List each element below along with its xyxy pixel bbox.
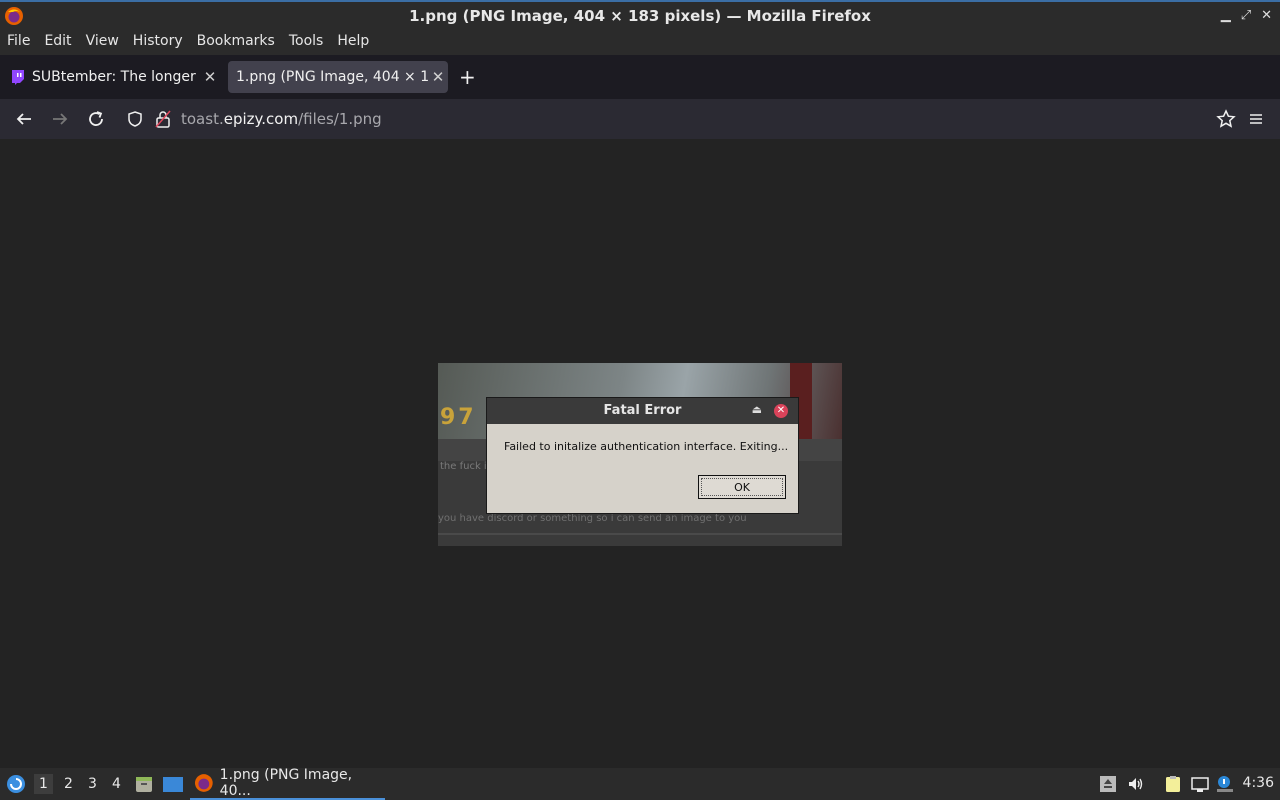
navigation-bar: toast.epizy.com/files/1.png (0, 99, 1280, 139)
fatal-error-dialog: Fatal Error ⏏ ✕ Failed to initalize auth… (486, 397, 799, 514)
taskbar-item-firefox[interactable]: 1.png (PNG Image, 40... (190, 767, 385, 800)
star-icon[interactable] (1216, 109, 1236, 129)
menu-tools[interactable]: Tools (282, 29, 331, 55)
minimize-button[interactable]: ▁ (1221, 8, 1231, 23)
close-button[interactable]: ✕ (1261, 8, 1272, 23)
lock-insecure-icon[interactable] (154, 109, 172, 129)
shield-icon[interactable] (126, 110, 144, 128)
workspace-4[interactable]: 4 (112, 776, 121, 792)
start-menu-icon[interactable] (6, 774, 26, 794)
taskbar: 1 2 3 4 1.png (PNG Image, 40... 4:36 (0, 767, 1280, 800)
clipboard-icon[interactable] (1164, 775, 1182, 793)
network-icon[interactable] (1191, 775, 1209, 793)
tab-label: SUBtember: The longer t (32, 69, 200, 85)
arrow-right-icon (53, 113, 68, 125)
url-text[interactable]: toast.epizy.com/files/1.png (181, 110, 382, 128)
workspace-1[interactable]: 1 (34, 774, 53, 794)
notification-icon[interactable] (1216, 775, 1234, 793)
shade-icon[interactable]: ⏏ (752, 403, 762, 416)
twitch-icon (12, 70, 24, 85)
desktop-icon[interactable] (162, 774, 184, 794)
eject-icon[interactable] (1099, 775, 1117, 793)
file-manager-icon[interactable] (134, 774, 154, 794)
menu-file[interactable]: File (0, 29, 37, 55)
menu-edit[interactable]: Edit (37, 29, 78, 55)
workspace-3[interactable]: 3 (88, 776, 97, 792)
firefox-icon (194, 774, 213, 792)
app-menu-button[interactable] (1244, 107, 1268, 131)
menu-bookmarks[interactable]: Bookmarks (190, 29, 282, 55)
tab-label: 1.png (PNG Image, 404 × 18 (236, 69, 428, 85)
url-domain: epizy.com (223, 110, 299, 128)
tab-bar: SUBtember: The longer t ✕ 1.png (PNG Ima… (0, 55, 1280, 99)
workspace-2[interactable]: 2 (64, 776, 73, 792)
forward-button[interactable] (48, 107, 72, 131)
dialog-message: Failed to initalize authentication inter… (504, 440, 789, 453)
maximize-button[interactable]: ⤢ (1241, 8, 1251, 23)
close-icon[interactable]: ✕ (774, 404, 788, 418)
back-button[interactable] (12, 107, 36, 131)
tab-subtember[interactable]: SUBtember: The longer t ✕ (4, 61, 220, 93)
page-content: 97 the fuck i you have discord or someth… (0, 139, 1280, 768)
divider (438, 533, 842, 535)
menu-bar: File Edit View History Bookmarks Tools H… (0, 29, 1280, 55)
hamburger-menu-icon (1250, 114, 1262, 124)
hud-number: 97 (440, 405, 477, 430)
menu-help[interactable]: Help (330, 29, 376, 55)
arrow-left-icon (16, 113, 31, 125)
taskbar-item-label: 1.png (PNG Image, 40... (219, 767, 353, 799)
reload-button[interactable] (84, 107, 108, 131)
volume-icon[interactable] (1127, 775, 1145, 793)
url-path: /files/1.png (298, 110, 382, 128)
menu-history[interactable]: History (126, 29, 190, 55)
window-titlebar: 1.png (PNG Image, 404 × 183 pixels) — Mo… (0, 0, 1280, 29)
reload-icon (89, 111, 103, 126)
chat-line: you have discord or something so i can s… (438, 513, 747, 524)
ok-button[interactable]: OK (698, 475, 786, 499)
tab-1png[interactable]: 1.png (PNG Image, 404 × 18 ✕ (228, 61, 448, 93)
new-tab-button[interactable]: + (459, 65, 476, 89)
tab-close-icon[interactable]: ✕ (428, 68, 448, 86)
tab-close-icon[interactable]: ✕ (200, 68, 220, 86)
menu-view[interactable]: View (79, 29, 126, 55)
chat-line: the fuck i (440, 461, 487, 472)
url-host-prefix: toast. (181, 110, 224, 128)
window-title: 1.png (PNG Image, 404 × 183 pixels) — Mo… (409, 7, 871, 25)
url-bar[interactable]: toast.epizy.com/files/1.png (118, 103, 1242, 135)
clock[interactable]: 4:36 (1243, 775, 1274, 791)
